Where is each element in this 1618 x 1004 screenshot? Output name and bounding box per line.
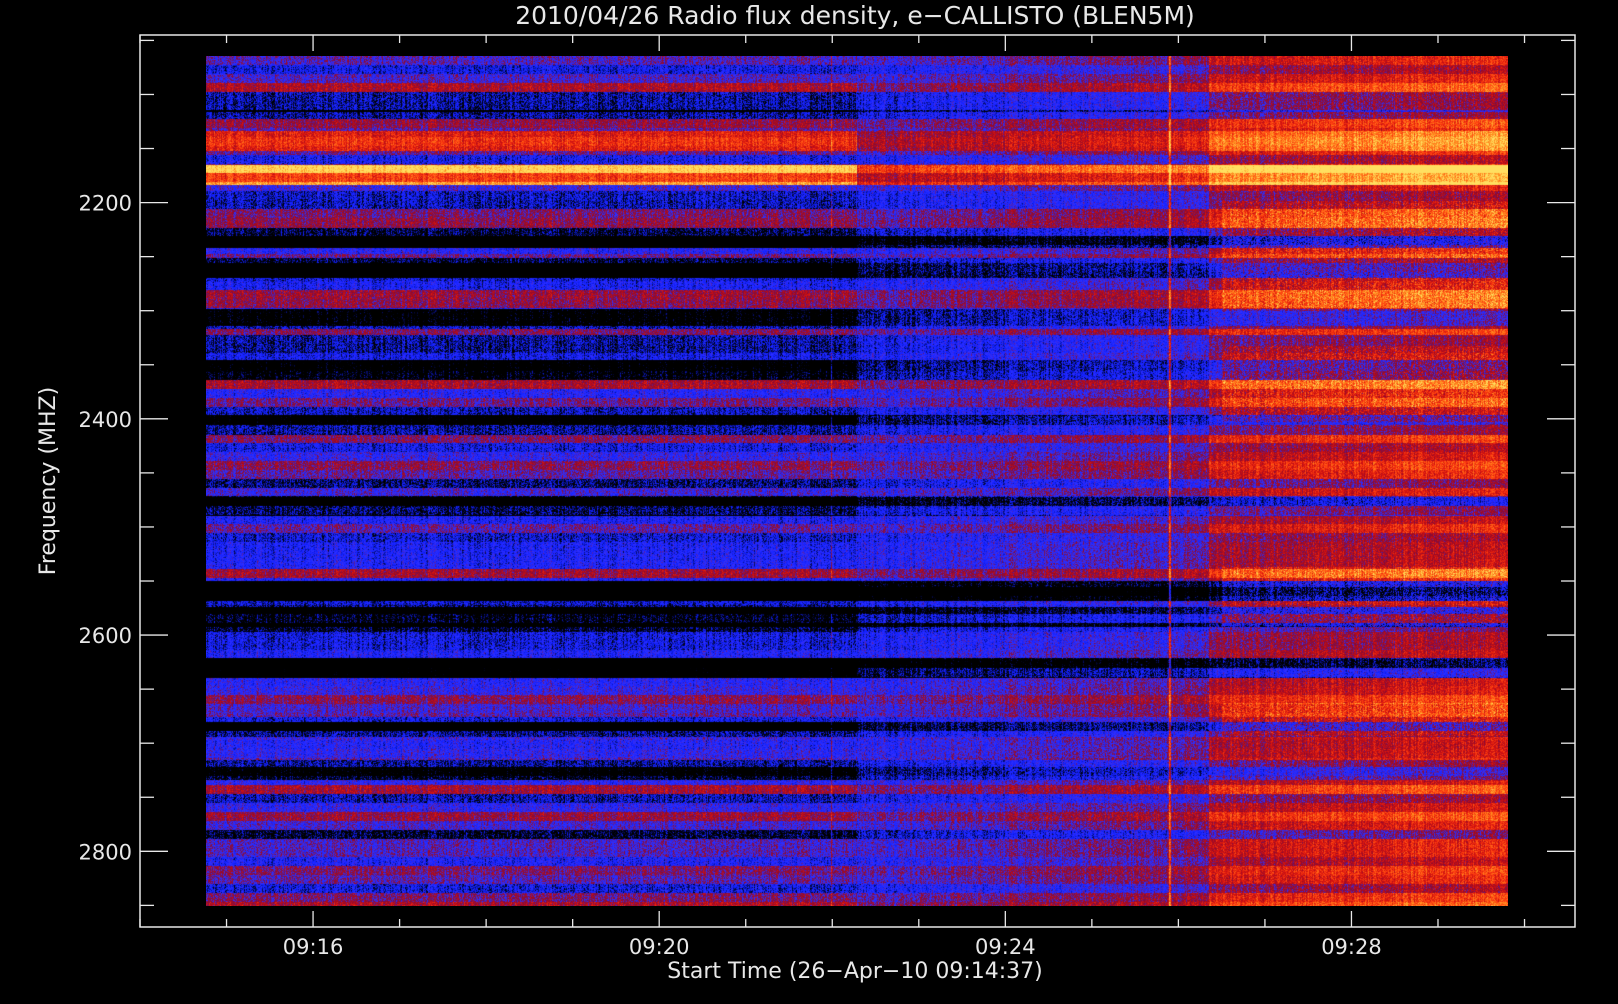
x-tick-label: 09:20 [629, 935, 690, 959]
x-tick-label: 09:16 [283, 935, 344, 959]
spectrogram-chart: 2010/04/26 Radio flux density, e−CALLIST… [0, 0, 1618, 1000]
chart-title: 2010/04/26 Radio flux density, e−CALLIST… [515, 1, 1195, 30]
x-axis-label: Start Time (26−Apr−10 09:14:37) [667, 959, 1042, 984]
spectrogram-image [206, 56, 1508, 906]
y-tick-label: 2200 [79, 192, 132, 216]
y-tick-label: 2400 [79, 408, 132, 432]
y-tick-label: 2800 [79, 840, 132, 864]
x-tick-label: 09:24 [975, 935, 1036, 959]
spectrogram-area [206, 56, 1508, 906]
y-axis-label: Frequency (MHZ) [36, 387, 61, 575]
y-tick-label: 2600 [79, 624, 132, 648]
chart-svg: 2010/04/26 Radio flux density, e−CALLIST… [36, 1, 1576, 984]
x-tick-label: 09:28 [1321, 935, 1382, 959]
